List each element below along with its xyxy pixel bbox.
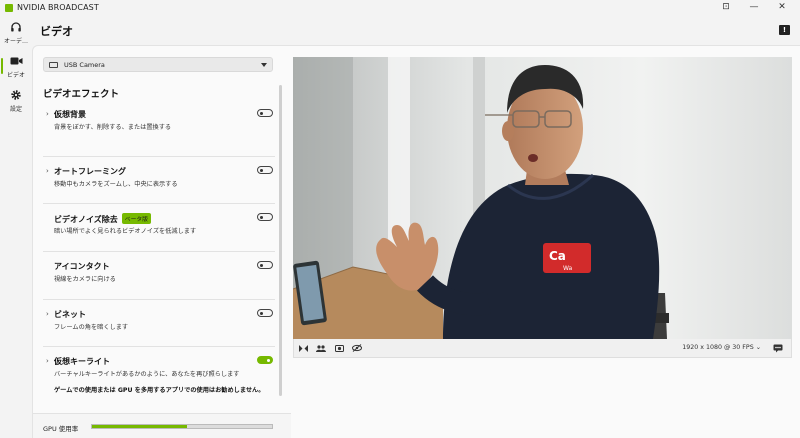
- sidebar-item-label: ビデオ: [6, 71, 25, 79]
- effect-name: 仮想キーライト: [54, 357, 110, 366]
- effect-virtual-key-light[interactable]: › 仮想キーライト バーチャルキーライトがあるかのように、あなたを再び照らします: [43, 347, 275, 387]
- chevron-down-icon: [261, 63, 267, 67]
- snap-layout-button[interactable]: ⊡: [712, 0, 740, 15]
- effect-virtual-background[interactable]: › 仮想背景 背景をぼかす、削除する、または置換する: [43, 109, 275, 157]
- chevron-right-icon[interactable]: ›: [46, 167, 49, 175]
- effect-description: 背景をぼかす、削除する、または置換する: [54, 124, 172, 131]
- video-camera-icon: [9, 54, 23, 68]
- gpu-usage-bar: GPU 使用率: [33, 413, 291, 438]
- effects-title: ビデオエフェクト: [43, 89, 120, 100]
- nvidia-logo-icon: [5, 3, 13, 12]
- effect-description: フレームの角を暗くします: [54, 324, 129, 331]
- sidebar-item-label: 設定: [9, 105, 22, 113]
- camera-preview-image: Ca Wa: [293, 57, 792, 339]
- webcam-icon: [49, 61, 58, 68]
- effect-auto-frame[interactable]: › オートフレーミング 移動中もカメラをズームし、中央に表示する: [43, 157, 275, 204]
- camera-source-value: USB Camera: [64, 60, 105, 69]
- effect-name: ビデオノイズ除去 ベータ版: [54, 213, 151, 225]
- chevron-right-icon[interactable]: ›: [46, 357, 49, 365]
- main-content: USB Camera ビデオエフェクト › 仮想背景 背景をぼかす、削除する、ま…: [32, 45, 800, 438]
- mirror-icon[interactable]: [294, 339, 312, 358]
- effect-name-text: ビデオノイズ除去: [54, 215, 118, 224]
- effect-description: 視線をカメラに向ける: [54, 276, 116, 283]
- effect-video-noise-removal[interactable]: ビデオノイズ除去 ベータ版 暗い場所でよく見られるビデオノイズを低減します: [43, 204, 275, 252]
- chevron-right-icon[interactable]: ›: [46, 110, 49, 118]
- performance-warning: ゲームでの使用または GPU を多用するアプリでの使用はお勧めしません。: [54, 387, 265, 394]
- page-header: ビデオ !: [32, 15, 800, 45]
- sidebar-item-settings[interactable]: 設定: [0, 83, 32, 117]
- effect-name: 仮想背景: [54, 110, 86, 119]
- app-title: NVIDIA BROADCAST: [17, 3, 99, 12]
- effect-name: アイコンタクト: [54, 262, 110, 271]
- preview-toolbar: 1920 x 1080 @ 30 FPS ⌄: [293, 339, 792, 358]
- effect-name: ビネット: [54, 310, 86, 319]
- effect-toggle[interactable]: [257, 356, 273, 364]
- headphones-icon: [9, 20, 23, 34]
- effect-description: 暗い場所でよく見られるビデオノイズを低減します: [54, 228, 197, 235]
- sidebar-item-video[interactable]: ビデオ: [0, 49, 32, 83]
- hide-preview-icon[interactable]: [348, 339, 366, 358]
- gpu-usage-label: GPU 使用率: [43, 425, 79, 433]
- effect-vignette[interactable]: › ビネット フレームの角を暗くします: [43, 300, 275, 347]
- chevron-down-icon: ⌄: [755, 344, 761, 351]
- gpu-usage-track: [91, 424, 273, 429]
- snapshot-icon[interactable]: [330, 339, 348, 358]
- resolution-value: 1920 x 1080 @ 30 FPS: [682, 344, 754, 351]
- more-options-icon[interactable]: [769, 339, 787, 358]
- video-effects-panel: ビデオエフェクト › 仮想背景 背景をぼかす、削除する、または置換する › オー…: [43, 80, 285, 420]
- gear-icon: [9, 88, 23, 102]
- effect-toggle[interactable]: [257, 109, 273, 117]
- effects-scrollbar[interactable]: [279, 85, 282, 396]
- people-icon[interactable]: [312, 339, 330, 358]
- camera-preview: Ca Wa: [293, 57, 792, 339]
- effect-toggle[interactable]: [257, 213, 273, 221]
- page-title: ビデオ: [40, 25, 73, 38]
- effect-name: オートフレーミング: [54, 167, 126, 176]
- camera-source-dropdown[interactable]: USB Camera: [43, 57, 273, 72]
- sidebar-item-audio[interactable]: オーデ…: [0, 15, 32, 49]
- beta-badge: ベータ版: [121, 213, 151, 224]
- sidebar-item-label: オーデ…: [3, 37, 28, 45]
- effect-toggle[interactable]: [257, 261, 273, 269]
- close-button[interactable]: ✕: [768, 0, 796, 15]
- effect-description: 移動中もカメラをズームし、中央に表示する: [54, 181, 178, 188]
- gpu-usage-fill: [92, 425, 188, 428]
- effect-eye-contact[interactable]: アイコンタクト 視線をカメラに向ける: [43, 252, 275, 300]
- effect-description: バーチャルキーライトがあるかのように、あなたを再び照らします: [54, 371, 240, 378]
- shirt-logo-text: Ca: [549, 249, 566, 263]
- effect-toggle[interactable]: [257, 166, 273, 174]
- chevron-right-icon[interactable]: ›: [46, 310, 49, 318]
- minimize-button[interactable]: —: [740, 0, 768, 15]
- window-controls: ⊡ — ✕: [712, 0, 796, 15]
- title-bar: NVIDIA BROADCAST ⊡ — ✕: [0, 0, 800, 15]
- sidebar: オーデ… ビデオ 設定: [0, 15, 32, 438]
- effect-toggle[interactable]: [257, 309, 273, 317]
- feedback-icon[interactable]: !: [779, 25, 790, 35]
- shirt-logo-subtext: Wa: [563, 265, 573, 272]
- resolution-dropdown[interactable]: 1920 x 1080 @ 30 FPS ⌄: [682, 344, 761, 351]
